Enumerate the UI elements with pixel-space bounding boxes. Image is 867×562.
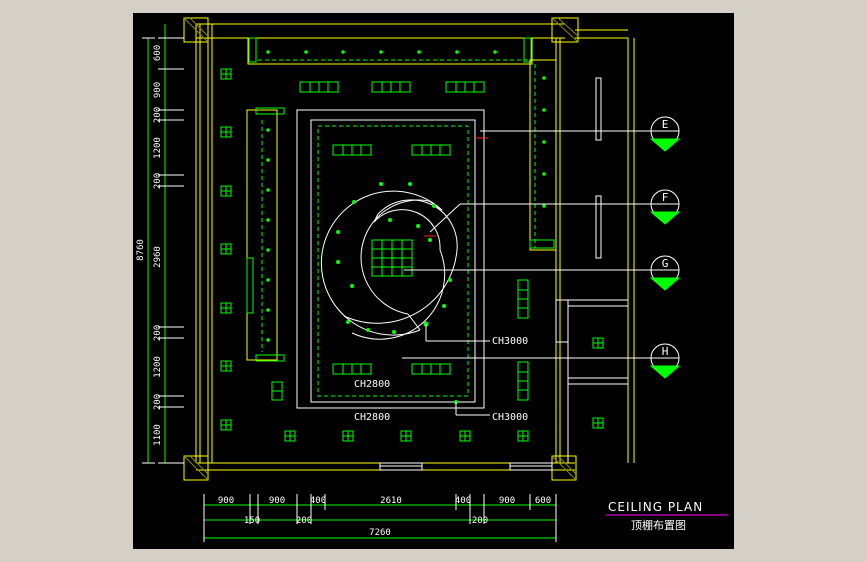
dimension-label: 600	[535, 496, 551, 506]
title-english: CEILING PLAN	[608, 500, 703, 514]
dimension-label: 150	[244, 516, 260, 526]
dimension-label: 400	[310, 496, 326, 506]
ceiling-height-label: CH2800	[354, 379, 390, 390]
dimension-left	[142, 24, 184, 464]
dimension-label: 200	[472, 516, 488, 526]
dimension-label: 1200	[153, 137, 163, 159]
spiral-feature	[320, 190, 458, 340]
dimension-label: 200	[153, 173, 163, 189]
left-cove	[246, 107, 285, 362]
dimension-label: 1200	[153, 356, 163, 378]
dimension-label: 600	[153, 45, 163, 61]
top-cove	[247, 37, 533, 65]
title-chinese: 顶棚布置图	[631, 518, 686, 532]
central-grille	[371, 239, 413, 277]
dimension-label: 900	[269, 496, 285, 506]
grille-fixtures	[271, 81, 529, 401]
dimension-label: 400	[455, 496, 471, 506]
dimension-label: 2610	[380, 496, 402, 506]
dimension-label: 200	[153, 325, 163, 341]
downlights	[266, 50, 546, 404]
section-label-e: E	[662, 118, 669, 131]
dimension-label: 200	[296, 516, 312, 526]
ceiling-plan-drawing: E F G H CH2800 CH2800 CH3000 CH3000 600 …	[136, 17, 728, 542]
dimension-total-label: 8760	[136, 239, 146, 261]
dimension-label: 200	[153, 107, 163, 123]
ceiling-height-label: CH2800	[354, 412, 390, 423]
section-label-g: G	[662, 257, 669, 270]
dimension-label: 200	[153, 394, 163, 410]
ceiling-height-label: CH3000	[492, 412, 528, 423]
dimension-label: 2960	[153, 246, 163, 268]
doors	[379, 462, 553, 471]
dimension-label: 900	[499, 496, 515, 506]
title-block: CEILING PLAN 顶棚布置图	[606, 500, 728, 532]
ceiling-height-label: CH3000	[492, 336, 528, 347]
top-cove-fixtures	[248, 37, 532, 63]
dimension-total-label: 7260	[369, 528, 391, 538]
dimension-label: 900	[153, 82, 163, 98]
cad-viewport[interactable]: E F G H CH2800 CH2800 CH3000 CH3000 600 …	[133, 13, 734, 549]
section-label-f: F	[662, 191, 669, 204]
section-label-h: H	[662, 345, 669, 358]
dimension-label: 1100	[153, 424, 163, 446]
section-markers	[649, 116, 681, 379]
right-cove	[529, 59, 557, 251]
dimension-label: 900	[218, 496, 234, 506]
